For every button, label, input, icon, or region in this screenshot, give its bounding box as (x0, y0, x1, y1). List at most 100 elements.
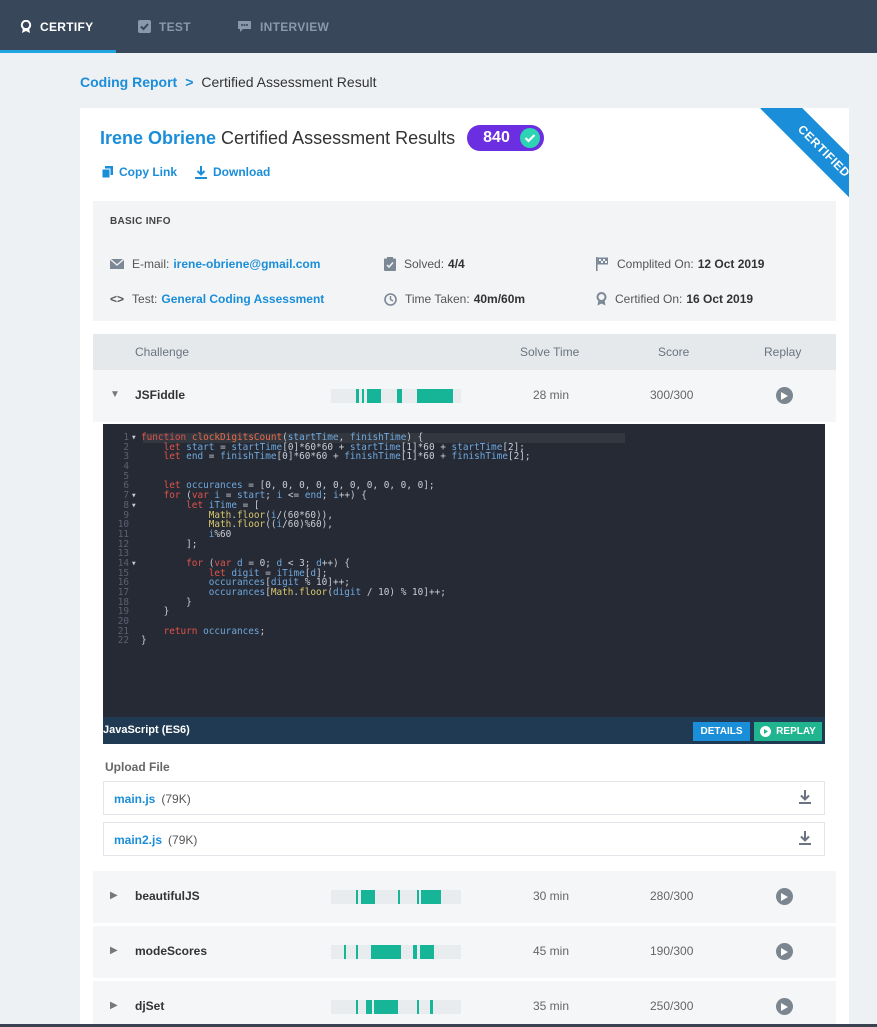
timeline-segment (421, 890, 441, 904)
code-line: 18 } (117, 596, 192, 608)
solution-timeline (331, 1000, 461, 1014)
download-icon[interactable] (799, 790, 811, 804)
challenge-name: JSFiddle (135, 388, 186, 402)
timeline-segment (366, 1000, 372, 1014)
code-line: 22 } (117, 635, 147, 647)
time-info: Time Taken: 40m/60m (384, 292, 525, 306)
score-badge: 840 (467, 125, 544, 151)
solved-info: Solved: 4/4 (384, 257, 465, 271)
play-icon[interactable] (776, 998, 793, 1015)
timeline-segment (417, 890, 419, 904)
column-replay: Replay (764, 345, 802, 359)
timeline-segment (417, 1000, 419, 1014)
caret-right-icon[interactable]: ▶ (110, 890, 118, 901)
timeline-segment (356, 389, 359, 403)
details-button[interactable]: DETAILS (693, 722, 750, 741)
file-name: main.js (114, 792, 156, 806)
upload-heading: Upload File (105, 760, 170, 774)
table-row[interactable]: ▶ beautifulJS 30 min 280/300 (93, 871, 836, 923)
time-value: 40m/60m (473, 292, 526, 306)
basic-info-heading: BASIC INFO (110, 216, 171, 227)
tab-certify[interactable]: CERTIFY (20, 0, 93, 53)
certified-info: Certified On: 16 Oct 2019 (596, 292, 753, 306)
play-circle-icon (760, 726, 772, 737)
tab-interview-label: INTERVIEW (260, 19, 330, 34)
code-editor[interactable]: 1 ▾ function clockDigitsCount(startTime, f… (103, 424, 825, 744)
chat-icon (237, 20, 252, 33)
test-info: <> Test: General Coding Assessment (110, 292, 324, 306)
code-line: 17 occurances[Math.floor(digit / 10) % 1… (117, 587, 446, 598)
play-icon[interactable] (776, 943, 793, 960)
completed-info: Complited On: 12 Oct 2019 (596, 257, 764, 271)
breadcrumb-coding-report-link[interactable]: Coding Report (80, 74, 177, 90)
table-row[interactable]: ▶ modeScores 45 min 190/300 (93, 926, 836, 978)
caret-down-icon[interactable]: ▼ (110, 389, 120, 400)
solve-time: 35 min (533, 999, 570, 1013)
timeline-segment (356, 945, 358, 959)
timeline-segment (361, 890, 375, 904)
certified-ribbon-label: CERTIFIED (760, 108, 849, 215)
file-size: (79K) (161, 792, 191, 806)
solution-timeline (331, 389, 461, 403)
column-challenge: Challenge (135, 345, 190, 359)
challenge-name: modeScores (135, 944, 208, 958)
page-title: Irene Obriene Certified Assessment Resul… (100, 125, 544, 151)
breadcrumb-current: Certified Assessment Result (201, 74, 377, 90)
title-text: Certified Assessment Results (221, 127, 456, 148)
code-line: 21 return occurances; (117, 625, 266, 637)
copy-link-label: Copy Link (119, 165, 178, 179)
email-label: E-mail: (132, 257, 170, 271)
tab-test[interactable]: TEST (138, 0, 191, 53)
timeline-segment (374, 1000, 398, 1014)
file-link[interactable]: main2.js (79K) (114, 833, 197, 847)
mail-icon (110, 259, 124, 269)
code-line: 3 let end = finishTime[0]*60*60 + finish… (123, 451, 531, 463)
challenge-name: djSet (135, 999, 165, 1013)
replay-button[interactable]: REPLAY (754, 722, 822, 741)
file-name: main2.js (114, 833, 163, 847)
email-link[interactable]: irene-obriene@gmail.com (173, 257, 320, 271)
timeline-segment (344, 945, 346, 959)
caret-right-icon[interactable]: ▶ (110, 945, 118, 956)
code-icon: <> (110, 292, 125, 306)
copy-link-button[interactable]: Copy Link (102, 165, 177, 179)
download-label: Download (213, 165, 271, 179)
score-value: 840 (483, 129, 510, 146)
replay-label: REPLAY (776, 726, 816, 737)
timeline-segment (356, 1000, 358, 1014)
solved-value: 4/4 (448, 257, 465, 271)
editor-footer: JavaScript (ES6) DETAILS REPLAY (103, 717, 825, 744)
basic-info-panel: BASIC INFO E-mail: irene-obriene@gmail.c… (93, 201, 836, 321)
breadcrumb: Coding Report > Certified Assessment Res… (80, 74, 376, 90)
active-tab-indicator (0, 50, 116, 53)
download-icon[interactable] (799, 831, 811, 845)
email-info: E-mail: irene-obriene@gmail.com (110, 257, 320, 271)
table-row[interactable]: ▶ djSet 35 min 250/300 (93, 981, 836, 1027)
challenge-score: 190/300 (650, 944, 694, 958)
file-link[interactable]: main.js (79K) (114, 792, 191, 806)
solved-label: Solved: (404, 257, 445, 271)
language-label: JavaScript (ES6) (103, 724, 190, 736)
timeline-segment (413, 945, 417, 959)
download-button[interactable]: Download (195, 165, 270, 179)
tab-test-label: TEST (159, 19, 191, 34)
timeline-segment (362, 389, 364, 403)
code-content: 1 ▾ function clockDigitsCount(startTime, f… (103, 433, 825, 646)
tab-interview[interactable]: INTERVIEW (237, 0, 329, 53)
code-line: 11 i%60 (117, 528, 232, 540)
challenge-score: 300/300 (650, 388, 694, 402)
caret-right-icon[interactable]: ▶ (110, 1000, 118, 1011)
solution-timeline (331, 890, 461, 904)
timeline-segment (371, 945, 401, 959)
certified-label: Certified On: (615, 292, 683, 306)
solve-time: 30 min (533, 889, 570, 903)
checkbox-icon (138, 20, 151, 33)
candidate-name[interactable]: Irene Obriene (100, 128, 216, 149)
check-icon (519, 128, 540, 148)
test-link[interactable]: General Coding Assessment (161, 292, 324, 306)
challenge-name: beautifulJS (135, 889, 200, 903)
table-row[interactable]: ▼ JSFiddle 28 min 300/300 (93, 370, 836, 422)
play-icon[interactable] (776, 387, 793, 404)
test-label: Test: (132, 292, 158, 306)
play-icon[interactable] (776, 888, 793, 905)
